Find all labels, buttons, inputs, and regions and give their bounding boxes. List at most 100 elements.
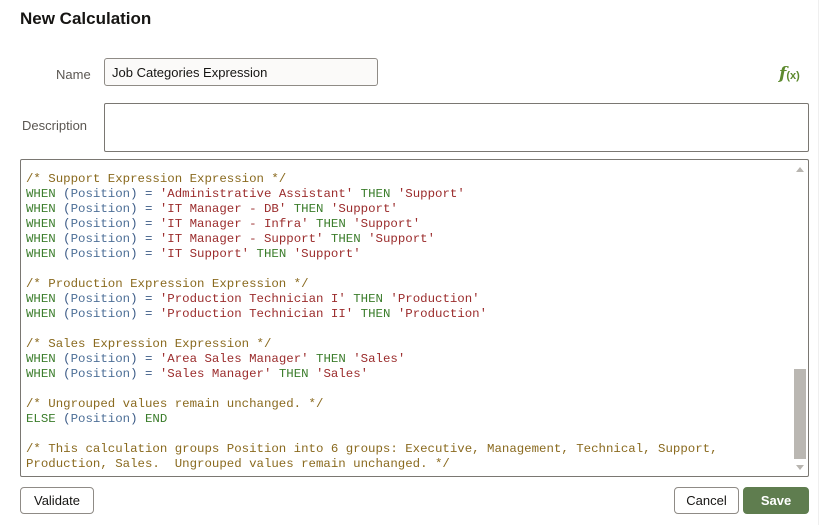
code-token-field: Position: [70, 187, 131, 201]
code-token-keyword: THEN: [330, 232, 361, 246]
code-line: /* This calculation groups Position into…: [26, 442, 718, 457]
code-line: /* Production Expression Expression */: [26, 277, 718, 292]
code-token-string: 'Support': [330, 202, 398, 216]
code-token-string: 'Sales': [316, 367, 369, 381]
code-token-string: 'Support': [353, 217, 421, 231]
code-token-keyword: WHEN: [26, 232, 56, 246]
name-input[interactable]: [104, 58, 378, 86]
code-token-field: Position: [70, 307, 131, 321]
code-token-keyword: THEN: [278, 367, 309, 381]
editor-scrollbar[interactable]: [793, 161, 807, 475]
code-token-op: (: [55, 187, 71, 201]
code-token-op: [390, 187, 397, 201]
code-token-op: (: [55, 412, 71, 426]
code-token-keyword: WHEN: [26, 217, 56, 231]
code-line: /* Support Expression Expression */: [26, 172, 718, 187]
code-token-comment: /* This calculation groups Position into…: [26, 442, 718, 456]
cancel-button[interactable]: Cancel: [674, 487, 739, 514]
code-line: ​: [26, 427, 718, 442]
save-button[interactable]: Save: [743, 487, 809, 514]
code-token-op: (: [55, 307, 71, 321]
code-token-field: Position: [70, 352, 131, 366]
code-token-op: (: [55, 202, 71, 216]
code-token-keyword: THEN: [353, 292, 383, 306]
code-line: WHEN (Position) = 'Production Technician…: [26, 292, 718, 307]
code-token-keyword: WHEN: [26, 247, 56, 261]
code-token-field: Position: [70, 367, 131, 381]
code-token-string: 'Production Technician I': [159, 292, 346, 306]
code-line: WHEN (Position) = 'IT Support' THEN 'Sup…: [26, 247, 718, 262]
code-token-op: [323, 232, 330, 246]
code-token-string: 'IT Manager - DB': [159, 202, 287, 216]
code-line: /* Sales Expression Expression */: [26, 337, 718, 352]
code-token-string: 'Production': [390, 292, 480, 306]
description-input[interactable]: [104, 103, 809, 152]
code-token-keyword: WHEN: [26, 352, 56, 366]
dialog-right-border: [818, 0, 819, 525]
code-token-op: ) =: [130, 307, 160, 321]
code-line: ELSE (Position) END: [26, 412, 718, 427]
dialog-title: New Calculation: [20, 9, 152, 28]
code-token-keyword: END: [145, 412, 168, 426]
scroll-thumb[interactable]: [794, 369, 806, 459]
code-line: WHEN (Position) = 'IT Manager - Infra' T…: [26, 217, 718, 232]
code-token-op: [353, 307, 360, 321]
code-token-comment: /* Support Expression Expression */: [26, 172, 287, 186]
code-token-comment: /* Sales Expression Expression */: [26, 337, 272, 351]
code-token-keyword: WHEN: [26, 367, 56, 381]
code-token-op: ) =: [130, 187, 160, 201]
code-token-keyword: THEN: [360, 307, 391, 321]
code-token-string: 'Administrative Assistant': [159, 187, 354, 201]
code-token-op: ) =: [130, 247, 160, 261]
code-line: ​: [26, 262, 718, 277]
code-token-op: [249, 247, 256, 261]
code-token-string: 'Support': [368, 232, 436, 246]
code-token-field: Position: [70, 412, 131, 426]
code-token-op: [309, 217, 316, 231]
code-token-op: (: [55, 232, 71, 246]
code-token-op: ) =: [130, 217, 160, 231]
scroll-down-arrow-icon[interactable]: [796, 465, 804, 470]
code-token-keyword: THEN: [256, 247, 287, 261]
code-token-op: [323, 202, 330, 216]
code-token-field: Position: [70, 217, 131, 231]
code-token-op: ) =: [130, 232, 160, 246]
code-line: WHEN (Position) = 'Sales Manager' THEN '…: [26, 367, 718, 382]
code-token-string: 'IT Manager - Infra': [159, 217, 309, 231]
validate-button[interactable]: Validate: [20, 487, 94, 514]
scroll-up-arrow-icon[interactable]: [796, 167, 804, 172]
code-line: WHEN (Position) = 'Administrative Assist…: [26, 187, 718, 202]
expression-editor[interactable]: /* Support Expression Expression */WHEN …: [20, 159, 809, 477]
code-token-op: ) =: [130, 202, 160, 216]
code-token-string: 'Area Sales Manager': [159, 352, 309, 366]
code-token-op: ): [130, 412, 145, 426]
code-token-op: [353, 187, 360, 201]
code-token-op: ) =: [130, 352, 160, 366]
code-token-op: (: [55, 217, 71, 231]
code-token-op: [309, 352, 316, 366]
code-line: Production, Sales. Ungrouped values rema…: [26, 457, 718, 472]
code-token-keyword: THEN: [316, 352, 346, 366]
code-token-op: (: [55, 367, 71, 381]
code-token-string: 'Support': [397, 187, 465, 201]
code-token-op: [286, 202, 293, 216]
code-line: WHEN (Position) = 'Production Technician…: [26, 307, 718, 322]
code-token-keyword: THEN: [293, 202, 324, 216]
code-token-keyword: WHEN: [26, 292, 56, 306]
code-token-op: [271, 367, 278, 381]
code-token-keyword: ELSE: [26, 412, 56, 426]
code-token-comment: /* Ungrouped values remain unchanged. */: [26, 397, 324, 411]
code-line: WHEN (Position) = 'Area Sales Manager' T…: [26, 352, 718, 367]
code-token-field: Position: [70, 232, 131, 246]
code-token-op: [390, 307, 397, 321]
code-token-op: [361, 232, 368, 246]
code-token-keyword: THEN: [360, 187, 391, 201]
code-token-comment: /* Production Expression Expression */: [26, 277, 309, 291]
fx-icon[interactable]: f(x): [779, 64, 800, 84]
code-line: WHEN (Position) = 'IT Manager - DB' THEN…: [26, 202, 718, 217]
code-line: ​: [26, 322, 718, 337]
expression-code[interactable]: /* Support Expression Expression */WHEN …: [26, 172, 718, 472]
code-token-field: Position: [70, 202, 131, 216]
code-token-keyword: WHEN: [26, 202, 56, 216]
code-token-keyword: WHEN: [26, 307, 56, 321]
